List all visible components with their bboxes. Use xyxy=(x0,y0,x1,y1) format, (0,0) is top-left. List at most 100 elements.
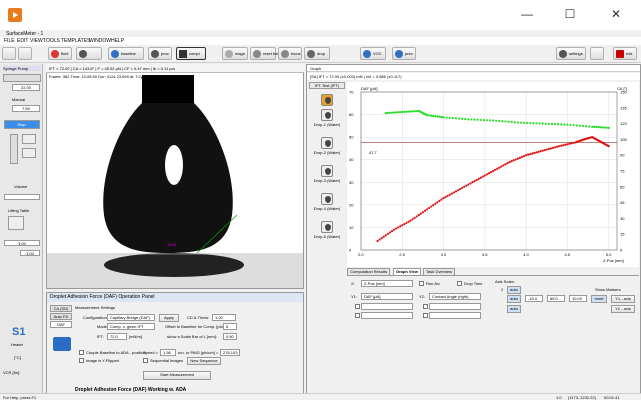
up-arrow-icon[interactable] xyxy=(22,134,36,144)
proc-button[interactable]: proc xyxy=(148,47,172,60)
dispense-button[interactable]: Disp. xyxy=(4,120,40,129)
menu-view[interactable]: VIEW xyxy=(30,38,43,44)
x-auto-button[interactable]: auto xyxy=(507,286,521,294)
tab-daf[interactable]: DAF xyxy=(50,321,72,328)
sequential-checkbox[interactable] xyxy=(143,358,148,363)
series-select-3[interactable] xyxy=(361,312,413,319)
data-point xyxy=(450,192,453,195)
tab-ca-sd[interactable]: CA (SD) xyxy=(50,305,72,312)
drop-button[interactable] xyxy=(76,47,102,60)
data-point xyxy=(599,126,602,129)
series-checkbox-1[interactable] xyxy=(355,304,360,309)
couple-checkbox[interactable] xyxy=(79,350,84,355)
rate-value[interactable]: 7.50 xyxy=(12,105,40,112)
minimize-button[interactable]: — xyxy=(521,8,533,20)
series-checkbox-3[interactable] xyxy=(355,313,360,318)
status-help: For Help, press F1 xyxy=(3,395,37,400)
menu-help[interactable]: HELP xyxy=(111,38,124,44)
ift-label: IFT: xyxy=(97,334,104,339)
close-button[interactable]: ✕ xyxy=(610,8,622,20)
series-select-1[interactable] xyxy=(361,303,413,310)
drop-item-4[interactable]: Drop-4 (Water) xyxy=(307,193,347,211)
x-select[interactable]: Z-Pos [mm] xyxy=(361,280,413,287)
mode-select[interactable]: Comp. v. given IFT xyxy=(107,323,155,330)
drop-tool-button[interactable]: drop xyxy=(304,47,330,60)
y1-select[interactable]: DAF [µN] xyxy=(361,293,413,300)
y1-step-field[interactable]: 10.00 xyxy=(569,295,587,302)
settings-button[interactable]: settings xyxy=(556,47,586,60)
lifting-value[interactable]: 3.00 xyxy=(4,240,40,246)
data-point xyxy=(535,151,538,154)
series-checkbox-2[interactable] xyxy=(423,304,428,309)
open-icon[interactable] xyxy=(2,47,16,60)
y2-select[interactable]: Contact Angle (right) xyxy=(429,293,481,300)
menu-file[interactable]: FILE xyxy=(4,38,15,44)
drop-item-3[interactable]: Drop-3 (Water) xyxy=(307,165,347,183)
series-select-4[interactable] xyxy=(429,312,481,319)
dosing-slider[interactable] xyxy=(10,134,18,164)
runno-radio[interactable] xyxy=(419,281,424,286)
offset-field[interactable]: 5 xyxy=(223,323,237,330)
syringe-slider[interactable] xyxy=(3,74,41,82)
daf-chart[interactable]: 2.0 2.5 3.0 3.5 4.0 4.5 5.00102030405060700153… xyxy=(347,82,639,267)
volume-field[interactable] xyxy=(4,194,40,200)
ift-field[interactable]: 72.0 xyxy=(107,333,127,340)
x-tick-label: 3.5 xyxy=(482,252,488,257)
data-point xyxy=(388,231,392,234)
y2-axis-button[interactable]: Y2 - axis xyxy=(611,305,635,313)
droptime-radio[interactable] xyxy=(457,281,462,286)
data-point xyxy=(564,143,567,146)
y2-auto-button[interactable]: auto xyxy=(507,305,521,313)
start-measurement-button[interactable]: Start Measurement xyxy=(143,371,211,380)
series-select-2[interactable] xyxy=(429,303,481,310)
tab-graph-view[interactable]: Graph View xyxy=(393,268,421,275)
config-select[interactable]: Capillary Bridge (DAF) xyxy=(107,314,155,321)
apply-button[interactable]: Apply xyxy=(159,314,179,322)
y1-min-field[interactable]: -15.0 xyxy=(525,295,543,302)
tab-auto-fd[interactable]: Auto FD xyxy=(50,313,72,320)
y1-axis-button[interactable]: Y1 - axis xyxy=(611,295,635,303)
speed-field-2[interactable]: 276.103 xyxy=(220,349,240,356)
tab-computation-results[interactable]: Computation Results xyxy=(347,268,391,275)
cd-field[interactable]: 1.20 xyxy=(212,314,236,321)
drop-item-2[interactable]: Drop-2 (Water) xyxy=(307,137,347,155)
reset-timer-button[interactable]: reset timer xyxy=(250,47,282,60)
menu-edit[interactable]: EDIT xyxy=(17,38,28,44)
y1-max-field[interactable]: 65.0 xyxy=(547,295,565,302)
data-point xyxy=(597,126,600,129)
focus-button[interactable]: focus xyxy=(278,47,302,60)
down-arrow-icon[interactable] xyxy=(22,148,36,158)
scale-field[interactable]: 0.50 xyxy=(223,333,237,340)
menu-window[interactable]: WINDOW xyxy=(89,38,111,44)
compl-button[interactable]: compl xyxy=(176,47,206,60)
menu-tools[interactable]: TOOLS xyxy=(43,38,60,44)
data-point xyxy=(436,115,439,118)
baseline-button[interactable]: baseline xyxy=(108,47,144,60)
reset-button[interactable]: reset xyxy=(591,295,607,303)
voc-button[interactable]: VOC xyxy=(360,47,386,60)
series-checkbox-4[interactable] xyxy=(423,313,428,318)
data-point xyxy=(551,146,555,149)
drop-item-1[interactable]: Drop-1 (Water) xyxy=(307,109,347,127)
help-icon[interactable] xyxy=(590,47,604,60)
magn-button[interactable]: magn xyxy=(222,47,248,60)
new-sequence-button[interactable]: New Sequence xyxy=(187,357,221,365)
tab-task-overview[interactable]: Task Overview xyxy=(423,268,456,275)
drop-item-ift[interactable] xyxy=(307,94,347,107)
fluid-button[interactable]: fluid xyxy=(48,47,72,60)
menu-templates[interactable]: TEMPLATES xyxy=(61,38,90,44)
drop-list-header[interactable]: IFT-Test (IFT) xyxy=(309,82,345,89)
syringe-value[interactable]: 22.00 xyxy=(12,84,40,91)
flipped-checkbox[interactable] xyxy=(79,358,84,363)
data-point xyxy=(463,185,466,188)
data-point xyxy=(595,125,598,129)
save-icon[interactable] xyxy=(18,47,32,60)
speed-field[interactable]: 1.56 xyxy=(160,349,176,356)
maximize-button[interactable]: ☐ xyxy=(564,8,576,20)
bottom-value[interactable]: 3.00 xyxy=(20,250,40,256)
prev-button[interactable]: prev xyxy=(392,47,416,60)
camera-view[interactable]: 1433 xyxy=(46,64,304,289)
exit-button[interactable]: exit xyxy=(613,47,637,60)
y1-auto-button[interactable]: auto xyxy=(507,295,521,303)
drop-item-5[interactable]: Drop-5 (Water) xyxy=(307,221,347,239)
